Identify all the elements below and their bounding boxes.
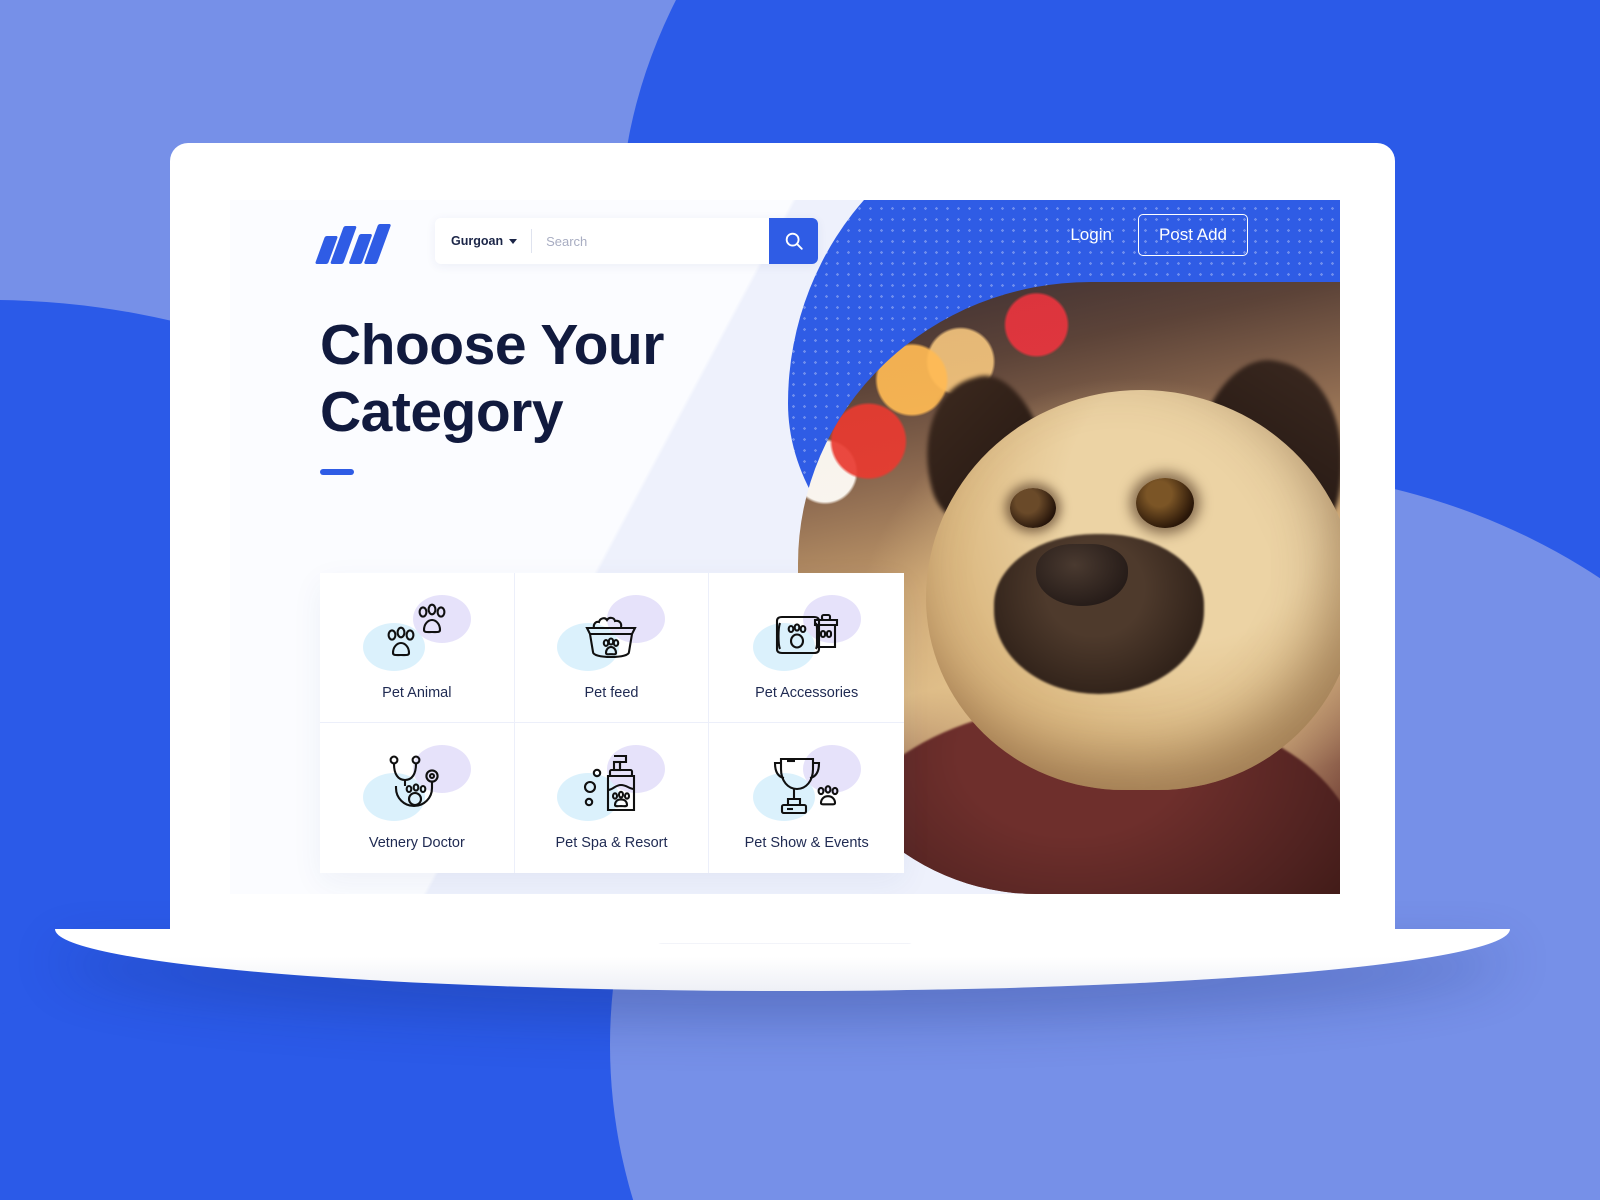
category-grid: Pet Animal Pet feed Pet Accessories Vetn… (320, 573, 904, 873)
paw-prints-icon (387, 603, 446, 656)
category-icon-wrap (551, 745, 671, 823)
category-icon-wrap (357, 745, 477, 823)
city-select-value: Gurgoan (451, 234, 504, 248)
city-select[interactable]: Gurgoan (435, 218, 531, 264)
stethoscope-paw-icon (389, 755, 439, 808)
category-icon-wrap (747, 745, 867, 823)
hero-heading: Choose Your Category (320, 312, 800, 447)
category-label: Pet Spa & Resort (555, 835, 668, 851)
category-label: Pet Animal (382, 684, 452, 701)
trophy-paw-icon (773, 757, 839, 815)
search-input[interactable] (532, 233, 769, 249)
category-card-vetnery-doctor[interactable]: Vetnery Doctor (320, 723, 515, 873)
chevron-down-icon (509, 238, 518, 244)
category-card-pet-accessories[interactable]: Pet Accessories (709, 573, 904, 723)
page-title: Choose Your Category (320, 312, 800, 475)
dog-eye-right (1136, 478, 1194, 528)
search-bar: Gurgoan (435, 218, 818, 264)
category-label: Pet Show & Events (744, 835, 869, 851)
post-add-button[interactable]: Post Add (1137, 214, 1248, 256)
heading-accent-rule (320, 468, 354, 475)
category-card-pet-show-events[interactable]: Pet Show & Events (709, 723, 904, 873)
category-card-pet-spa-resort[interactable]: Pet Spa & Resort (515, 723, 710, 873)
page-background: Gurgoan Login Post Add (0, 0, 1600, 1200)
laptop-mockup: Gurgoan Login Post Add (55, 143, 1510, 991)
dog-eye-left (1010, 488, 1056, 528)
food-bowl-icon (585, 616, 638, 658)
category-card-pet-feed[interactable]: Pet feed (514, 573, 710, 723)
category-icon-wrap (747, 594, 867, 673)
login-link[interactable]: Login (1070, 225, 1112, 245)
pet-bed-carrier-icon (775, 613, 838, 654)
hero-heading-line2: Category (320, 380, 564, 445)
category-card-pet-animal[interactable]: Pet Animal (320, 573, 515, 723)
search-icon (785, 232, 803, 250)
category-label: Pet feed (584, 684, 639, 701)
site-header: Gurgoan Login Post Add (230, 200, 1340, 296)
search-button[interactable] (769, 218, 818, 264)
category-icon-wrap (551, 594, 671, 673)
category-label: Vetnery Doctor (368, 835, 465, 851)
soap-dispenser-icon (584, 754, 636, 812)
browser-viewport: Gurgoan Login Post Add (230, 200, 1340, 894)
category-icon-wrap (357, 594, 477, 673)
category-label: Pet Accessories (755, 684, 859, 701)
hero-heading-line1: Choose Your (320, 313, 664, 377)
brand-logo-mark[interactable] (314, 222, 392, 264)
header-nav: Login Post Add (1070, 214, 1248, 256)
